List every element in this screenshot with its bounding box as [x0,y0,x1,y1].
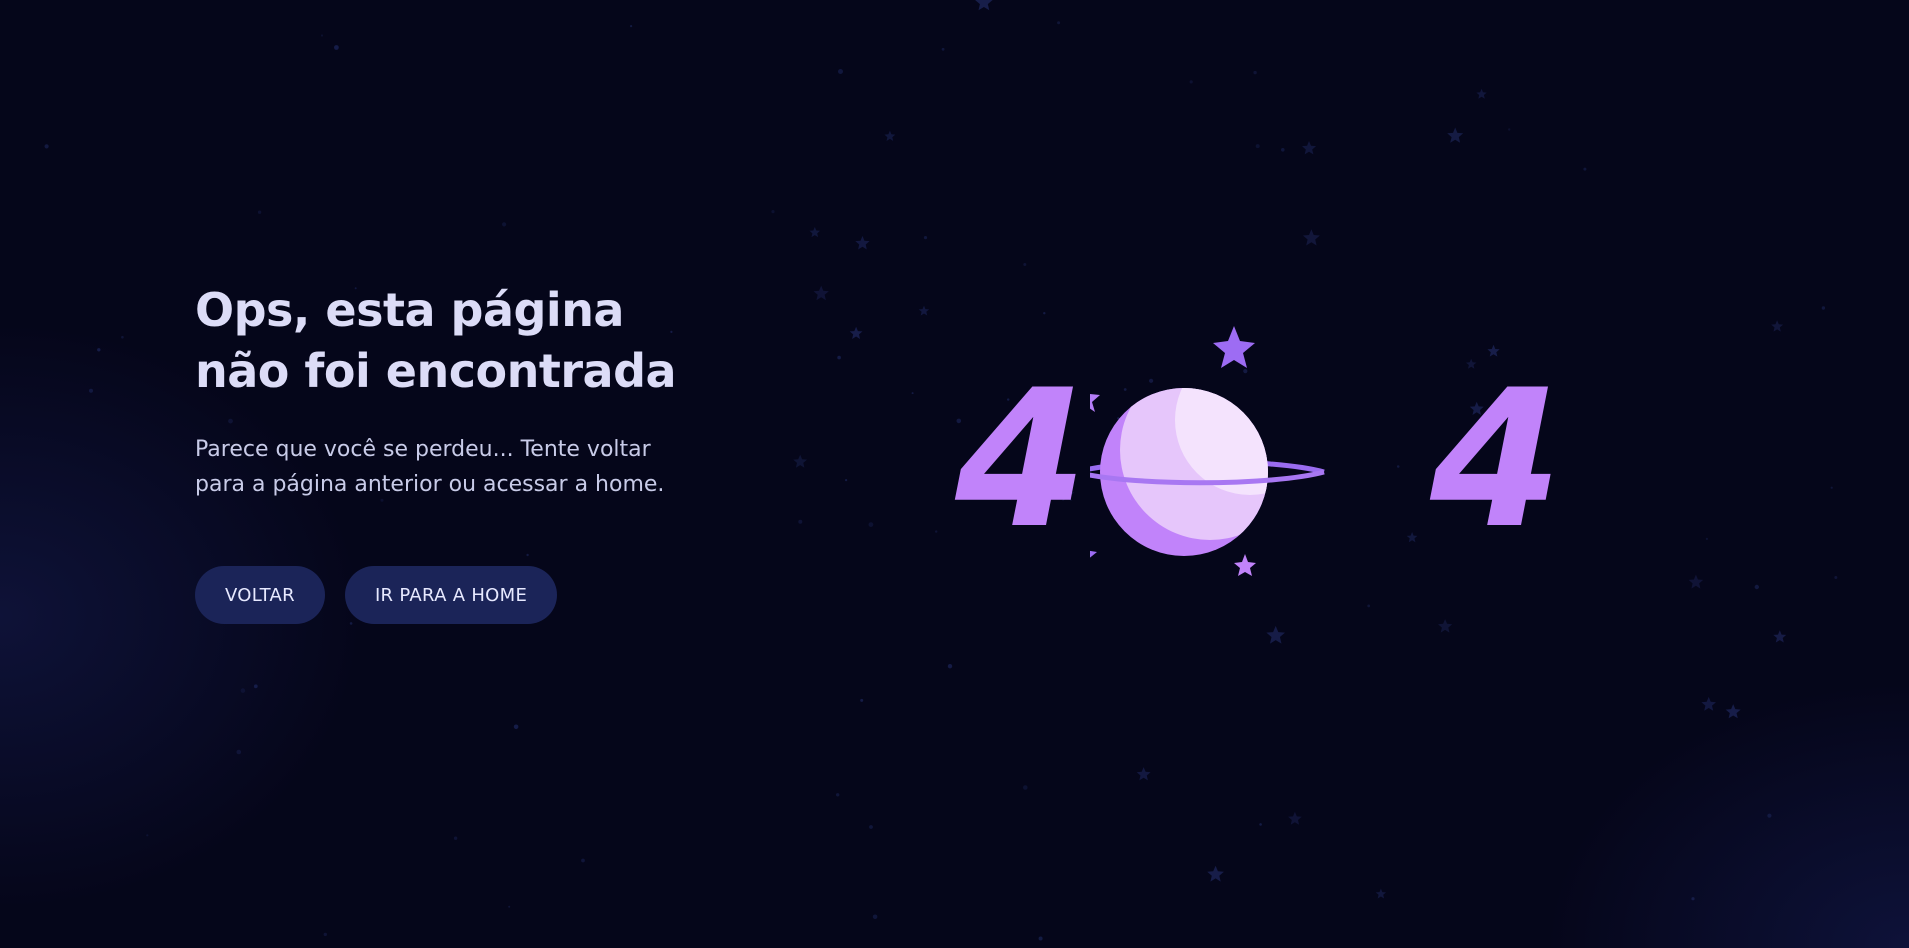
background-dot [1830,486,1833,489]
background-star-icon [1136,767,1151,781]
error-content: Ops, esta página não foi encontrada Pare… [195,280,715,624]
star-icon [1213,326,1255,368]
background-dot [1189,80,1193,84]
page-title-line-2: não foi encontrada [195,344,677,398]
background-dot [334,45,339,50]
action-buttons: VOLTAR IR PARA A HOME [195,566,715,624]
background-dot [845,479,848,482]
background-dot [869,825,873,829]
background-dot [1583,167,1587,171]
background-dot [868,522,874,527]
planet-icon [1090,326,1325,576]
background-dot [89,388,93,393]
background-dot [1754,584,1760,590]
background-star-icon [849,326,863,339]
background-dot [121,335,124,339]
digit-four-right: 4 [1430,349,1563,570]
background-star-icon [1771,320,1784,332]
background-dot [837,355,841,360]
star-icon [1234,554,1256,576]
back-button[interactable]: VOLTAR [195,566,325,624]
404-illustration: 4 4 [940,310,1563,610]
background-dot [453,836,458,840]
error-description-line-1: Parece que você se perdeu... Tente volta… [195,437,651,462]
background-dot [1821,306,1826,310]
background-dot [1253,70,1257,75]
background-dot [1281,148,1285,152]
background-dot [44,144,49,149]
background-dot [253,684,258,689]
background-dot [947,664,953,669]
background-dot [97,348,101,352]
background-dot [872,914,878,920]
page-title: Ops, esta página não foi encontrada [195,280,715,402]
background-star-icon [1447,127,1464,143]
background-star-icon [855,235,870,250]
background-star-icon [1438,619,1453,633]
background-dot [1508,128,1511,131]
background-dot [860,698,864,702]
background-dot [508,905,511,908]
page-title-line-1: Ops, esta página [195,283,624,337]
background-star-icon [793,454,808,468]
background-star-icon [809,227,821,238]
background-star-icon [1773,630,1787,643]
background-dot [941,47,945,51]
error-description: Parece que você se perdeu... Tente volta… [195,432,715,502]
background-dot [502,222,507,227]
error-description-line-2: para a página anterior ou acessar a home… [195,472,665,497]
background-dot [838,69,843,74]
background-star-icon [1375,888,1387,899]
background-star-icon [1688,574,1704,589]
background-dot [911,392,914,395]
background-dot [1057,21,1061,25]
background-dot [1705,537,1708,541]
background-dot [935,530,938,533]
background-star-icon [1207,865,1224,882]
star-icon [1090,550,1097,573]
background-dot [323,932,327,937]
background-dot [836,793,840,797]
background-dot [240,688,246,693]
background-dot [923,236,928,240]
background-star-icon [813,285,829,301]
background-dot [146,834,149,837]
background-dot [630,25,633,28]
background-star-icon [1266,625,1285,644]
background-dot [257,210,262,214]
background-dot [1834,576,1838,579]
background-star-icon [1302,141,1317,155]
background-dot [1255,144,1260,149]
home-button[interactable]: IR PARA A HOME [344,566,558,624]
background-star-icon [884,130,896,141]
background-star-icon [1725,704,1741,719]
background-dot [771,210,775,214]
background-dot [236,749,242,755]
background-dot [1023,263,1027,266]
star-icon [1090,394,1100,412]
background-star-icon [1701,696,1716,711]
digit-four-left: 4 [955,349,1088,570]
background-dot [1767,813,1772,818]
background-dot [320,34,324,37]
background-star-icon [1476,88,1487,99]
background-dot [1259,823,1262,826]
background-dot [1023,785,1028,790]
background-star-icon [918,305,930,316]
background-star-icon [1302,229,1320,246]
background-dot [798,519,803,524]
background-star-icon [1288,811,1302,825]
background-star-icon [975,0,993,11]
background-dot [1038,936,1043,941]
background-dot [581,858,585,863]
background-dot [513,724,519,730]
background-dot [1691,897,1695,901]
